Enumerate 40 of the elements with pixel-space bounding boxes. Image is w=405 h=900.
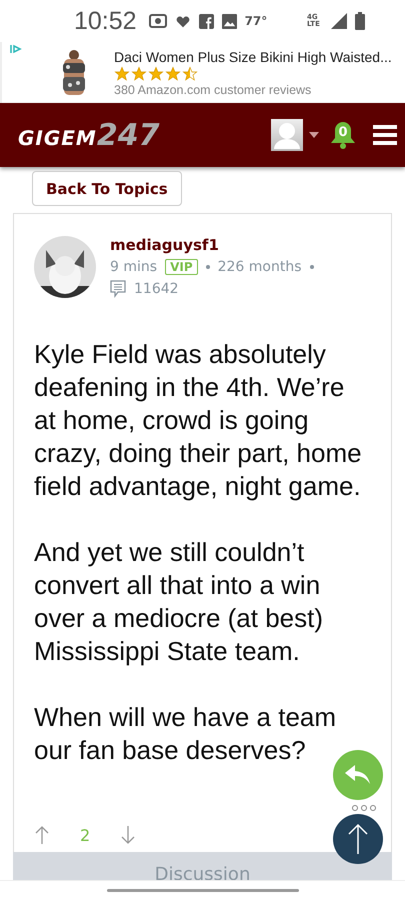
separator-dot-icon: [206, 265, 210, 269]
member-tenure: 226 months: [218, 259, 302, 275]
post-paragraph: And yet we still couldn’t convert all that into a win over a mediocre (at best) Mississippi State team.: [34, 536, 324, 668]
reply-arrow-icon: [345, 765, 371, 785]
ad-title[interactable]: Daci Women Plus Size Bikini High Waisted...: [114, 48, 392, 64]
more-icon[interactable]: [351, 805, 377, 811]
star-icon: [182, 66, 198, 82]
up-arrow-icon: [348, 823, 368, 855]
star-icon: [148, 66, 164, 82]
back-to-topics-button[interactable]: Back To Topics: [32, 171, 182, 206]
ad-choices-icon[interactable]: [10, 44, 22, 54]
temperature: 77°: [244, 14, 268, 28]
site-logo[interactable]: GIGEM247: [18, 118, 160, 152]
menu-icon[interactable]: [373, 124, 397, 146]
caret-icon[interactable]: [309, 132, 319, 138]
vip-badge: VIP: [165, 259, 198, 275]
user-avatar[interactable]: [271, 119, 303, 151]
post-count: 11642: [134, 281, 179, 297]
battery-icon: [355, 12, 365, 30]
scroll-top-button[interactable]: [333, 814, 383, 864]
star-icon: [114, 66, 130, 82]
camera-icon: [148, 14, 167, 28]
vote-count: 2: [80, 826, 90, 844]
post-paragraph: When will we have a team our fan base deserves?: [34, 701, 338, 767]
star-icon: [131, 66, 147, 82]
signal-icon: [331, 13, 347, 29]
review-count: 380 Amazon.com customer reviews: [114, 82, 312, 96]
star-icon: [165, 66, 181, 82]
comment-icon: [110, 280, 126, 298]
status-time: 10:52: [74, 6, 137, 36]
post-paragraph: Kyle Field was absolutely deafening in the 4th. We’re at home, crowd is going crazy, doing their part, home field advantage, night game.: [34, 338, 363, 503]
downvote-arrow-icon[interactable]: [120, 825, 136, 845]
author-name[interactable]: mediaguysf1: [110, 236, 314, 254]
upvote-arrow-icon[interactable]: [34, 825, 50, 845]
separator-dot-icon: [310, 265, 314, 269]
facebook-icon: [198, 14, 214, 28]
reply-button[interactable]: [333, 750, 383, 800]
heart-icon: [174, 14, 191, 28]
post-time: 9 mins: [110, 259, 158, 275]
image-icon: [222, 14, 237, 28]
